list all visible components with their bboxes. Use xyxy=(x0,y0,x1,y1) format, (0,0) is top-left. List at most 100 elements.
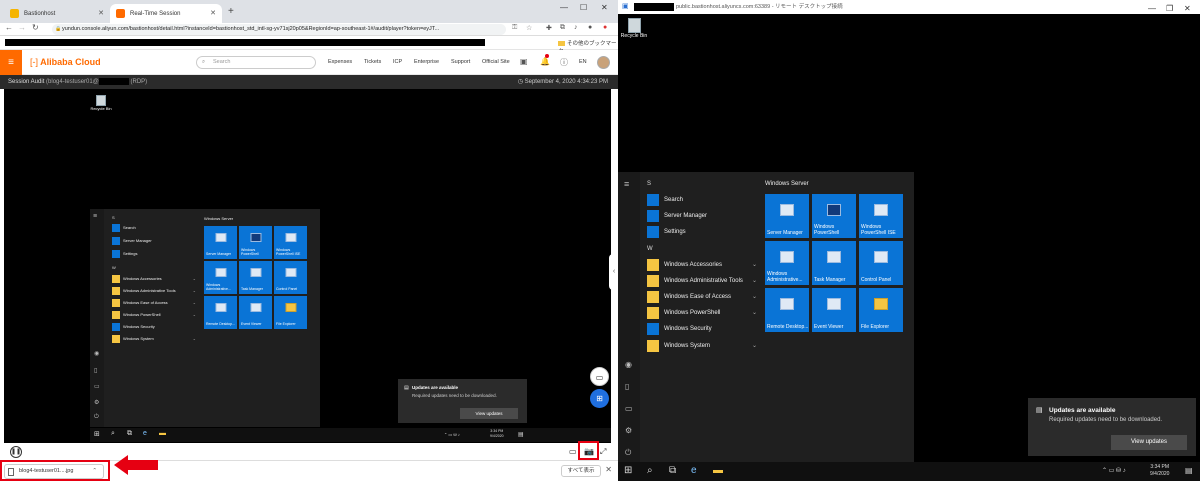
documents-icon[interactable]: ▯ xyxy=(94,367,97,374)
start-item-windows-administrative-tools[interactable]: Windows Administrative Tools ⌄ xyxy=(112,287,196,295)
task-view-icon[interactable]: ⧉ xyxy=(669,465,676,476)
forward-icon[interactable]: → xyxy=(18,23,26,32)
maximize-icon[interactable]: ☐ xyxy=(580,3,587,12)
taskbar-clock[interactable]: 3:34 PM 9/4/2020 xyxy=(490,429,504,438)
system-tray-icons[interactable]: ⌃ ▭ ⛁ ♪ xyxy=(444,432,460,437)
tile-file-explorer[interactable]: File Explorer xyxy=(859,288,903,332)
show-all-button[interactable]: すべて表示 xyxy=(561,465,601,477)
windows-start-icon[interactable]: ⊞ xyxy=(624,465,632,476)
tile-windows-powershell-ise[interactable]: Windows PowerShell ISE xyxy=(859,194,903,238)
puzzle-icon[interactable]: ⧉ xyxy=(560,24,565,32)
restore-icon[interactable]: ❐ xyxy=(1166,2,1173,16)
nav-icp[interactable]: ICP xyxy=(393,59,402,65)
action-center-icon[interactable]: ▤ xyxy=(1185,466,1193,475)
tile-control-panel[interactable]: Control Panel xyxy=(859,241,903,285)
help-icon[interactable]: ⓘ xyxy=(560,57,568,68)
start-item-server-manager[interactable]: Server Manager xyxy=(647,210,707,222)
tile-windows-powershell-ise[interactable]: Windows PowerShell ISE xyxy=(274,226,307,259)
file-explorer-icon[interactable]: ▬ xyxy=(713,465,723,476)
hamburger-icon[interactable]: ≡ xyxy=(93,213,97,220)
tile-remote-desktop[interactable]: Remote Desktop... xyxy=(204,296,237,329)
language-switch[interactable]: EN xyxy=(579,59,587,65)
avatar[interactable] xyxy=(597,56,610,69)
user-icon[interactable]: ◉ xyxy=(625,360,632,369)
nav-enterprise[interactable]: Enterprise xyxy=(414,59,439,65)
start-item-server-manager[interactable]: Server Manager xyxy=(112,237,152,245)
start-item-windows-accessories[interactable]: Windows Accessories ⌄ xyxy=(112,275,196,283)
tile-task-manager[interactable]: Task Manager xyxy=(239,261,272,294)
action-center-icon[interactable]: ▤ xyxy=(518,431,524,438)
hamburger-icon[interactable]: ≡ xyxy=(624,179,629,189)
start-item-windows-ease-of-access[interactable]: Windows Ease of Access ⌄ xyxy=(647,291,757,303)
start-item-windows-security[interactable]: Windows Security xyxy=(647,323,757,335)
tile-control-panel[interactable]: Control Panel xyxy=(274,261,307,294)
update-notification[interactable]: ▤ Updates are available Required updates… xyxy=(398,379,527,423)
url-input[interactable]: 🔒 yundun.console.aliyun.com/bastionhost/… xyxy=(52,24,506,35)
close-tab-icon[interactable]: ✕ xyxy=(210,9,216,17)
ie-icon[interactable]: e xyxy=(691,465,697,476)
tile-event-viewer[interactable]: Event Viewer xyxy=(239,296,272,329)
key-icon[interactable]: ⚿ xyxy=(512,24,517,32)
settings-icon[interactable]: ⚙ xyxy=(625,426,632,435)
start-item-windows-powershell[interactable]: Windows PowerShell ⌄ xyxy=(647,307,757,319)
update-icon[interactable]: ● xyxy=(603,24,607,31)
music-icon[interactable]: ♪ xyxy=(574,24,578,31)
settings-icon[interactable]: ⚙ xyxy=(94,399,99,406)
search-icon[interactable]: ⌕ xyxy=(647,465,653,476)
start-item-windows-system[interactable]: Windows System ⌄ xyxy=(112,335,196,343)
star-icon[interactable]: ☆ xyxy=(526,24,532,32)
tab-real-time-session[interactable]: Real-Time Session ✕ xyxy=(110,4,222,23)
close-window-icon[interactable]: ✕ xyxy=(1184,2,1191,16)
start-item-settings[interactable]: Settings xyxy=(112,250,137,258)
nav-expenses[interactable]: Expenses xyxy=(328,59,352,65)
minimize-icon[interactable]: — xyxy=(560,3,568,12)
tile-windows-powershell[interactable]: Windows PowerShell xyxy=(812,194,856,238)
search-icon[interactable]: ⌕ xyxy=(111,430,115,438)
profile-icon[interactable]: ● xyxy=(588,24,592,31)
start-item-search[interactable]: Search xyxy=(112,224,136,232)
tile-windows-powershell[interactable]: Windows PowerShell xyxy=(239,226,272,259)
recycle-bin-shortcut[interactable]: Recycle Bin xyxy=(620,18,648,39)
cloud-shell-icon[interactable]: ▣ xyxy=(520,57,528,66)
tile-windows-administrative[interactable]: Windows Administrative... xyxy=(765,241,809,285)
pictures-icon[interactable]: ▭ xyxy=(94,383,100,390)
new-tab-button[interactable]: + xyxy=(228,6,234,17)
taskbar-clock[interactable]: 3:34 PM 9/4/2020 xyxy=(1150,464,1169,478)
task-view-icon[interactable]: ⧉ xyxy=(127,430,132,438)
start-item-windows-powershell[interactable]: Windows PowerShell ⌄ xyxy=(112,311,196,319)
collapse-panel-button[interactable]: ‹ xyxy=(609,254,618,290)
tile-file-explorer[interactable]: File Explorer xyxy=(274,296,307,329)
close-tab-icon[interactable]: ✕ xyxy=(98,9,104,17)
extension-icon[interactable]: ✚ xyxy=(546,24,552,32)
start-item-windows-administrative-tools[interactable]: Windows Administrative Tools ⌄ xyxy=(647,275,757,287)
update-notification[interactable]: ▤ Updates are available Required updates… xyxy=(1028,398,1196,456)
start-item-windows-accessories[interactable]: Windows Accessories ⌄ xyxy=(647,259,757,271)
power-icon[interactable]: ⏻ xyxy=(94,414,99,421)
tile-windows-administrative[interactable]: Windows Administrative... xyxy=(204,261,237,294)
documents-icon[interactable]: ▯ xyxy=(625,382,629,391)
pictures-icon[interactable]: ▭ xyxy=(625,404,633,413)
recycle-bin-shortcut[interactable]: Recycle Bin xyxy=(88,95,114,111)
tile-remote-desktop[interactable]: Remote Desktop... xyxy=(765,288,809,332)
fullscreen-icon[interactable]: ⤢ xyxy=(600,447,606,457)
ie-icon[interactable]: e xyxy=(143,430,147,437)
tile-event-viewer[interactable]: Event Viewer xyxy=(812,288,856,332)
system-tray-icons[interactable]: ⌃ ▭ ⛁ ♪ xyxy=(1102,467,1126,474)
start-item-windows-system[interactable]: Windows System ⌄ xyxy=(647,340,757,352)
start-item-search[interactable]: Search xyxy=(647,194,683,206)
start-item-windows-ease-of-access[interactable]: Windows Ease of Access ⌄ xyxy=(112,299,196,307)
nav-tickets[interactable]: Tickets xyxy=(364,59,381,65)
close-window-icon[interactable]: ✕ xyxy=(601,3,608,12)
reload-icon[interactable]: ↻ xyxy=(32,23,39,32)
chat-icon[interactable]: ▭ xyxy=(590,367,609,386)
window-mode-icon[interactable]: ▭ xyxy=(569,447,577,456)
power-icon[interactable]: ⏻ xyxy=(625,448,631,458)
tile-task-manager[interactable]: Task Manager xyxy=(812,241,856,285)
tile-server-manager[interactable]: Server Manager xyxy=(765,194,809,238)
tile-server-manager[interactable]: Server Manager xyxy=(204,226,237,259)
start-item-windows-security[interactable]: Windows Security xyxy=(112,323,196,331)
view-updates-button[interactable]: View updates xyxy=(460,408,518,419)
minimize-icon[interactable]: — xyxy=(1148,2,1156,16)
windows-start-icon[interactable]: ⊞ xyxy=(94,430,100,438)
tab-bastionhost[interactable]: Bastionhost ✕ xyxy=(4,4,110,23)
